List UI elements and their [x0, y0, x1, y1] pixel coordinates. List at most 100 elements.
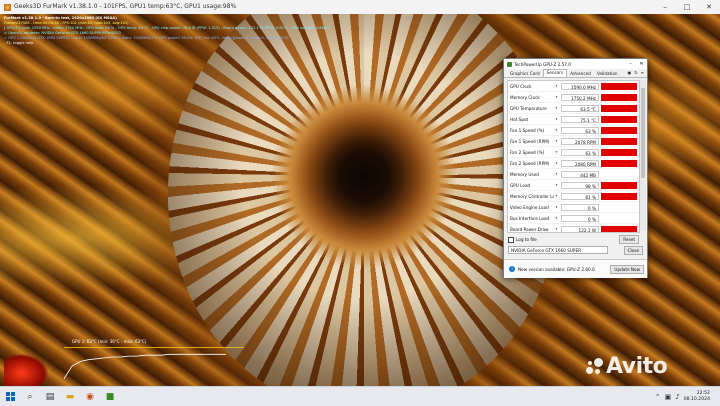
- sensor-dropdown-icon[interactable]: ▾: [554, 139, 559, 143]
- tray-chevron-icon[interactable]: ⌃: [655, 393, 661, 401]
- close-icon[interactable]: ✕: [636, 61, 647, 67]
- sensor-graph-fill: [601, 193, 637, 200]
- sensor-dropdown-icon[interactable]: ▾: [554, 172, 559, 176]
- sensor-graph-fill: [601, 126, 637, 134]
- tab-graphics-card[interactable]: Graphics Card: [507, 71, 543, 77]
- sensor-row: Fan 2 Speed (%) ▾ 63 %: [508, 147, 639, 158]
- osd-line: - F1: toggle help: [4, 41, 34, 45]
- sensor-dropdown-icon[interactable]: ▾: [554, 227, 559, 231]
- gpuz-taskbar-icon[interactable]: ■: [100, 387, 120, 406]
- gpu-temp-graph-label: GPU 1: 63°C (min: 36°C - max: 63°C): [72, 339, 147, 344]
- gpu-temp-line: [64, 353, 226, 379]
- sensor-row: Fan 1 Speed (RPM) ▾ 2078 RPM: [508, 136, 639, 147]
- furmark-taskbar-icon[interactable]: ◉: [80, 387, 100, 406]
- sensor-value: 75.1 °C: [561, 115, 599, 123]
- sensor-list: GPU Clock ▾ 1590.0 MHz Memory Clock ▾ 1750.2 …: [507, 80, 640, 233]
- sensor-row: Memory Clock ▾ 1750.2 MHz: [508, 92, 639, 103]
- sensor-graph: [601, 159, 637, 167]
- sensor-dropdown-icon[interactable]: ▾: [554, 150, 559, 154]
- task-view-icon[interactable]: ▤: [40, 387, 60, 406]
- menu-icon[interactable]: ≡: [641, 70, 644, 75]
- furmark-osd: FurMark v1.38.1.0 - Burn-in test, 1920x1…: [4, 16, 330, 46]
- sensor-graph: [601, 203, 637, 211]
- refresh-icon[interactable]: ↻: [634, 70, 637, 75]
- sensor-row: Memory Used ▾ 442 MB: [508, 169, 639, 180]
- sensor-value: 1750.2 MHz: [561, 93, 599, 101]
- sensor-value: 442 MB: [561, 170, 599, 178]
- log-to-file-checkbox[interactable]: [508, 236, 514, 243]
- device-select[interactable]: NVIDIA GeForce GTX 1660 SUPER: [508, 246, 608, 254]
- sensor-row: GPU Clock ▾ 1590.0 MHz: [508, 81, 639, 92]
- close-icon[interactable]: ✕: [698, 0, 720, 14]
- sensor-name: GPU Load: [510, 182, 531, 188]
- volume-icon[interactable]: ♪: [675, 393, 679, 401]
- gpu-temp-graph-svg: [64, 353, 226, 379]
- sensor-name: Board Power Draw: [510, 226, 549, 232]
- clock-date: 08.10.2024: [683, 396, 710, 402]
- update-now-button[interactable]: Update Now: [610, 264, 644, 274]
- scrollbar-thumb[interactable]: [641, 88, 645, 178]
- maximize-icon[interactable]: □: [676, 0, 698, 14]
- sensor-graph: [601, 126, 637, 134]
- sensor-graph: [601, 225, 637, 232]
- osd-line: > GPU 1 (GeForce GTX 1660 SUPER) - core:…: [4, 36, 289, 40]
- tab-validation[interactable]: Validation: [594, 71, 621, 77]
- windows-logo-icon: [5, 392, 15, 401]
- sensor-list-scrollbar[interactable]: [640, 80, 646, 231]
- sensor-graph-fill: [601, 93, 637, 101]
- sensor-graph-fill: [601, 137, 637, 145]
- sensor-graph: [601, 192, 637, 200]
- sensor-graph-fill: [601, 104, 637, 112]
- avito-logo-icon: [586, 358, 604, 376]
- sensor-dropdown-icon[interactable]: ▾: [554, 84, 559, 88]
- sensor-dropdown-icon[interactable]: ▾: [554, 183, 559, 187]
- sensor-graph: [601, 214, 637, 222]
- sensor-graph: [601, 148, 637, 156]
- gpuz-app-icon: [507, 61, 512, 67]
- sensor-dropdown-icon[interactable]: ▾: [554, 205, 559, 209]
- gpuz-tabs: Graphics Card Sensors Advanced Validatio…: [504, 69, 647, 78]
- explorer-icon[interactable]: ▬: [60, 387, 80, 406]
- sensor-dropdown-icon[interactable]: ▾: [554, 128, 559, 132]
- sensor-name: Memory Controller Load: [510, 193, 554, 199]
- tab-sensors[interactable]: Sensors: [542, 69, 568, 77]
- close-button[interactable]: Close: [623, 246, 643, 255]
- sensor-value: 0 %: [561, 203, 599, 211]
- sensor-row: Hot Spot ▾ 75.1 °C: [508, 114, 639, 125]
- start-button[interactable]: [0, 387, 20, 406]
- sensor-dropdown-icon[interactable]: ▾: [554, 117, 559, 121]
- taskbar-clock[interactable]: 22:52 08.10.2024: [684, 391, 710, 403]
- sensor-dropdown-icon[interactable]: ▾: [554, 216, 559, 220]
- sensor-row: Memory Controller Load▾81 %: [508, 191, 639, 202]
- sensor-dropdown-icon[interactable]: ▾: [554, 106, 559, 110]
- furmark-app-icon: [4, 3, 11, 11]
- furmark-logo: [4, 354, 48, 386]
- furmark-titlebar[interactable]: Geeks3D FurMark v1.38.1.0 - 101FPS, GPU1…: [0, 0, 720, 14]
- sensor-dropdown-icon[interactable]: ▾: [554, 95, 559, 99]
- log-to-file-label: Log to file: [516, 237, 537, 242]
- minimize-icon[interactable]: –: [654, 0, 676, 14]
- taskbar: ⌕ ▤ ▬ ◉ ■ ⌃ ▣ ♪ 22:52 08.10.2024: [0, 386, 720, 406]
- minimize-icon[interactable]: –: [625, 61, 636, 67]
- fur-donut-render: [168, 14, 560, 386]
- sensor-dropdown-icon[interactable]: ▾: [554, 194, 559, 198]
- sensor-row: Video Engine Load ▾ 0 %: [508, 202, 639, 213]
- sensor-name: Video Engine Load: [510, 204, 549, 210]
- sensor-row: GPU Load ▾ 98 %: [508, 180, 639, 191]
- sensor-name: Memory Clock: [510, 94, 540, 100]
- sensor-graph: [601, 137, 637, 145]
- network-icon[interactable]: ▣: [665, 393, 672, 401]
- gpuz-titlebar[interactable]: TechPowerUp GPU-Z 2.57.0 – ✕: [504, 59, 647, 69]
- sensor-value: 0 %: [561, 214, 599, 222]
- update-notification: i New version available: GPU-Z 2.60.0 Up…: [504, 259, 647, 278]
- search-icon[interactable]: ⌕: [20, 387, 40, 406]
- sensor-graph-fill: [601, 148, 637, 156]
- sensor-dropdown-icon[interactable]: ▾: [554, 161, 559, 165]
- sensor-value: 98 %: [561, 181, 599, 189]
- sensor-graph-fill: [601, 115, 637, 123]
- reset-button[interactable]: Reset: [619, 235, 639, 244]
- tab-advanced[interactable]: Advanced: [567, 71, 594, 77]
- sensor-name: Hot Spot: [510, 116, 529, 122]
- sensor-row: Fan 1 Speed (%) ▾ 63 %: [508, 125, 639, 136]
- camera-icon[interactable]: ▣: [628, 70, 632, 75]
